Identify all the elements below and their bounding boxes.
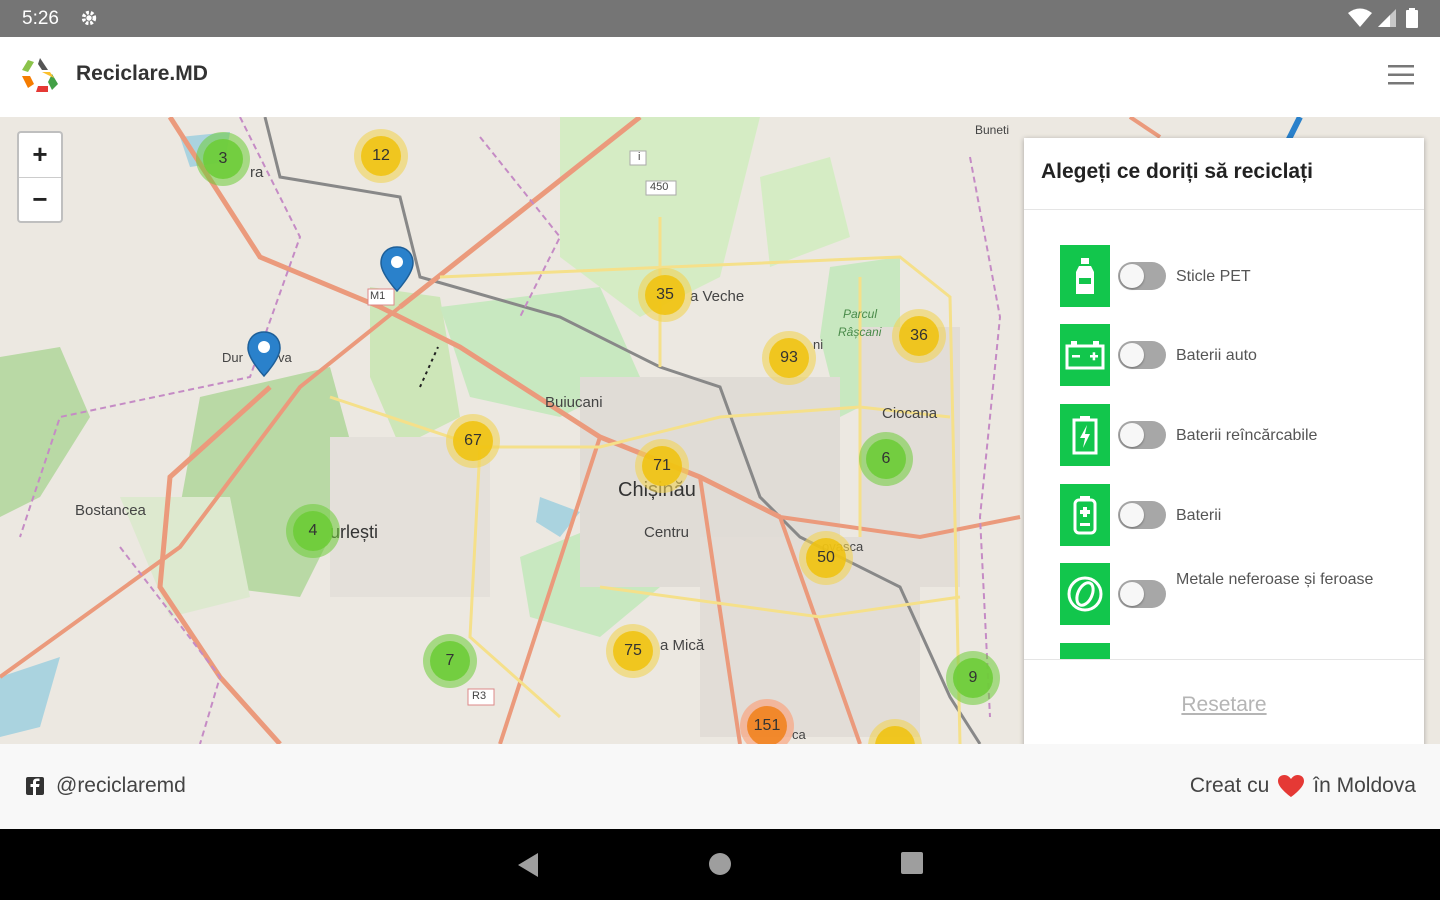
filter-item-baterii: Baterii bbox=[1060, 484, 1420, 546]
recents-button-icon[interactable] bbox=[900, 851, 924, 875]
battery-icon bbox=[1060, 484, 1110, 546]
toggle-sticle-pet[interactable] bbox=[1118, 262, 1166, 290]
map-cluster[interactable]: 3 bbox=[196, 132, 250, 186]
heart-icon bbox=[1278, 775, 1305, 797]
map-cluster[interactable]: 93 bbox=[762, 331, 816, 385]
filter-label: Metale neferoase și feroase bbox=[1176, 571, 1374, 588]
toggle-baterii-reincarcabile[interactable] bbox=[1118, 421, 1166, 449]
cluster-count: 12 bbox=[361, 136, 401, 176]
cluster-count: 36 bbox=[899, 316, 939, 356]
filter-item-sticle-pet: Sticle PET bbox=[1060, 245, 1420, 307]
map-cluster[interactable]: 6 bbox=[859, 432, 913, 486]
map-label-buneti: Buneti bbox=[975, 123, 1010, 137]
zoom-control: + − bbox=[17, 131, 63, 223]
recycle-filter-panel: Alegeți ce doriți să reciclați Sticle PE… bbox=[1024, 138, 1424, 750]
map-cluster[interactable]: 71 bbox=[635, 439, 689, 493]
reset-button[interactable]: Resetare bbox=[1181, 693, 1266, 717]
cluster-count: 9 bbox=[953, 658, 993, 698]
map-pin-icon[interactable] bbox=[379, 245, 415, 293]
cluster-count: 35 bbox=[645, 275, 685, 315]
made-in-moldova: Creat cu în Moldova bbox=[1190, 774, 1416, 798]
map-cluster[interactable]: 4 bbox=[286, 504, 340, 558]
panel-header: Alegeți ce doriți să reciclați bbox=[1024, 138, 1424, 210]
map-cluster[interactable]: 7 bbox=[423, 634, 477, 688]
facebook-handle-link[interactable]: @reciclaremd bbox=[56, 774, 186, 798]
map-label-ra: ra bbox=[250, 164, 264, 181]
toggle-baterii-auto[interactable] bbox=[1118, 341, 1166, 369]
filter-item-baterii-reincarcabile: Baterii reîncărcabile bbox=[1060, 404, 1420, 466]
map-label-bostancea: Bostancea bbox=[75, 502, 146, 519]
panel-footer: Resetare bbox=[1024, 659, 1424, 751]
map-label-buiucani: Buiucani bbox=[545, 394, 603, 411]
cluster-count bbox=[875, 726, 915, 744]
app-bar: Reciclare.MD bbox=[0, 37, 1440, 117]
bottle-icon bbox=[1060, 245, 1110, 307]
map-label-dur: Dur bbox=[222, 350, 243, 365]
page-footer: @reciclaremd Creat cu în Moldova bbox=[0, 744, 1440, 829]
filter-item-baterii-auto: Baterii auto bbox=[1060, 324, 1420, 386]
cluster-count: 93 bbox=[769, 338, 809, 378]
partial-category-icon bbox=[1060, 643, 1110, 659]
map-cluster[interactable]: 151 bbox=[740, 699, 794, 744]
back-button-icon[interactable] bbox=[514, 851, 542, 879]
map-label-veche: a Veche bbox=[690, 288, 745, 305]
car-battery-icon bbox=[1060, 324, 1110, 386]
facebook-icon[interactable] bbox=[26, 777, 44, 795]
made-suffix: în Moldova bbox=[1313, 774, 1416, 797]
home-button-icon[interactable] bbox=[707, 851, 733, 877]
cluster-count: 71 bbox=[642, 446, 682, 486]
toggle-baterii[interactable] bbox=[1118, 501, 1166, 529]
cluster-count: 7 bbox=[430, 641, 470, 681]
map-label-ca: ca bbox=[792, 727, 806, 742]
cluster-count: 4 bbox=[293, 511, 333, 551]
filter-item-partial bbox=[1060, 643, 1420, 659]
cluster-count: 151 bbox=[747, 706, 787, 744]
map-label-450: 450 bbox=[650, 181, 669, 193]
filter-list[interactable]: Sticle PET Baterii auto Baterii reîncărc… bbox=[1024, 211, 1424, 659]
cluster-count: 50 bbox=[806, 538, 846, 578]
map-cluster[interactable]: 9 bbox=[946, 651, 1000, 705]
recycle-logo-icon bbox=[22, 58, 58, 92]
map-cluster[interactable]: 12 bbox=[354, 129, 408, 183]
map-pin-icon[interactable] bbox=[246, 330, 282, 378]
map-label-park-2: Râșcani bbox=[838, 325, 882, 339]
map-label-mica: a Mică bbox=[660, 637, 705, 654]
panel-title: Alegeți ce doriți să reciclați bbox=[1041, 160, 1313, 183]
zoom-out-button[interactable]: − bbox=[19, 178, 61, 222]
navigation-bar bbox=[0, 829, 1440, 900]
signal-icon bbox=[1378, 9, 1396, 27]
map-label-i: i bbox=[638, 151, 641, 163]
map-cluster[interactable]: 50 bbox=[799, 531, 853, 585]
metal-icon bbox=[1060, 563, 1110, 625]
cluster-count: 67 bbox=[453, 421, 493, 461]
filter-label: Baterii reîncărcabile bbox=[1176, 427, 1318, 444]
map-cluster[interactable]: 36 bbox=[892, 309, 946, 363]
map-cluster[interactable]: 35 bbox=[638, 268, 692, 322]
cluster-count: 3 bbox=[203, 139, 243, 179]
wifi-icon bbox=[1348, 8, 1372, 27]
filter-label: Sticle PET bbox=[1176, 268, 1251, 285]
made-prefix: Creat cu bbox=[1189, 774, 1270, 797]
battery-status-icon bbox=[1406, 8, 1418, 28]
rechargeable-battery-icon bbox=[1060, 404, 1110, 466]
map-cluster[interactable]: 67 bbox=[446, 414, 500, 468]
map-cluster[interactable]: 75 bbox=[606, 624, 660, 678]
app-title: Reciclare.MD bbox=[76, 62, 208, 85]
filter-label: Baterii auto bbox=[1176, 347, 1257, 364]
filter-item-metale: Metale neferoase și feroase bbox=[1060, 563, 1420, 625]
map-label-centru: Centru bbox=[644, 524, 690, 541]
cluster-count: 6 bbox=[866, 439, 906, 479]
cluster-count: 75 bbox=[613, 631, 653, 671]
map-label-r3: R3 bbox=[472, 690, 487, 702]
hamburger-menu-icon[interactable] bbox=[1386, 62, 1416, 88]
map-label-ciocana: Ciocana bbox=[882, 405, 938, 422]
zoom-in-button[interactable]: + bbox=[19, 133, 61, 178]
status-time: 5:26 bbox=[22, 8, 59, 29]
map-label-park-1: Parcul bbox=[843, 307, 878, 321]
gear-icon bbox=[81, 10, 97, 26]
toggle-metale[interactable] bbox=[1118, 580, 1166, 608]
filter-label: Baterii bbox=[1176, 507, 1222, 524]
status-bar: 5:26 bbox=[0, 0, 1440, 37]
